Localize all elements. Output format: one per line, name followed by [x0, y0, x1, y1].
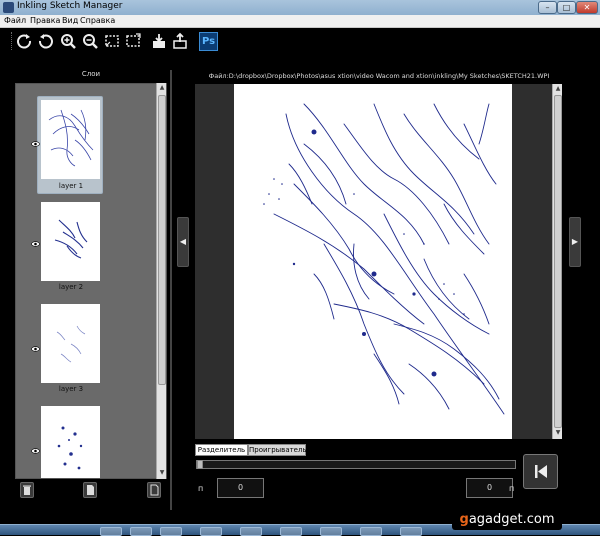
export-icon[interactable]	[171, 32, 189, 50]
layer-thumbnail	[41, 100, 100, 179]
import-icon[interactable]	[150, 32, 168, 50]
eye-icon[interactable]	[31, 346, 40, 352]
layer-thumbnail	[41, 304, 100, 383]
eye-icon[interactable]	[31, 141, 40, 147]
layers-scrollbar[interactable]: ▲ ▼	[156, 83, 166, 479]
layer-2-sketch	[54, 219, 88, 259]
rotate-ccw-icon[interactable]	[37, 32, 55, 50]
scroll-up-icon[interactable]: ▲	[554, 85, 562, 93]
toolbar-grip	[11, 32, 13, 50]
sketch-canvas[interactable]	[234, 84, 512, 439]
menu-edit[interactable]: Правка	[30, 16, 60, 25]
next-page-button[interactable]: ▶	[569, 217, 581, 267]
zoom-out-icon[interactable]	[81, 32, 99, 50]
minimize-button[interactable]: –	[538, 1, 557, 14]
layer-3-sketch	[56, 325, 86, 363]
layer-label: layer 2	[58, 283, 84, 291]
file-path-label: Файл:D:\dropbox\Dropbox\Photos\asus xtio…	[208, 72, 550, 80]
photoshop-button[interactable]: Ps	[199, 32, 218, 51]
layer-label: layer 1	[58, 182, 84, 190]
eye-icon[interactable]	[31, 448, 40, 454]
split-layer-button[interactable]	[147, 482, 161, 498]
title-bar[interactable]: Inkling Sketch Manager – □ ✕	[0, 0, 600, 15]
scroll-down-icon[interactable]: ▼	[158, 469, 166, 477]
window-title: Inkling Sketch Manager	[17, 1, 123, 11]
new-layer-button[interactable]	[83, 482, 97, 498]
fit-icon[interactable]	[124, 32, 142, 50]
menu-bar: Файл Правка Вид Справка	[0, 15, 600, 28]
rewind-icon	[535, 465, 547, 478]
timeline-slider[interactable]	[196, 460, 516, 469]
canvas-scrollbar[interactable]: ▲ ▼	[552, 84, 562, 439]
layer-label: layer 3	[58, 385, 84, 393]
layers-panel: layer 1 layer 2 layer 3	[15, 83, 167, 479]
rewind-button[interactable]	[523, 454, 558, 489]
scroll-down-icon[interactable]: ▼	[554, 429, 562, 437]
sketch-drawing	[263, 103, 505, 415]
eye-icon[interactable]	[31, 241, 40, 247]
layer-1-sketch	[48, 109, 94, 167]
prev-page-button[interactable]: ◀	[177, 217, 189, 267]
menu-help[interactable]: Справка	[80, 16, 115, 25]
delete-layer-button[interactable]	[20, 482, 34, 498]
maximize-button[interactable]: □	[557, 1, 576, 14]
crop-icon[interactable]	[103, 32, 121, 50]
canvas-scroll-thumb[interactable]	[554, 95, 562, 428]
layer-4-sketch	[57, 426, 83, 470]
app-window: Inkling Sketch Manager – □ ✕ Файл Правка…	[0, 0, 600, 536]
left-field-label: п	[198, 484, 204, 493]
tab-splitter[interactable]: Разделитель	[195, 444, 248, 456]
rotate-cw-icon[interactable]	[15, 32, 33, 50]
right-field-label: п	[509, 484, 515, 493]
right-number-field[interactable]: 0	[466, 478, 513, 498]
left-number-field[interactable]: 0	[217, 478, 264, 498]
layer-thumbnail	[41, 406, 100, 478]
layers-title: Слои	[81, 70, 101, 78]
menu-view[interactable]: Вид	[62, 16, 78, 25]
tab-player[interactable]: Проигрыватель	[248, 444, 307, 456]
app-icon	[3, 2, 14, 13]
menu-file[interactable]: Файл	[4, 16, 26, 25]
layers-scroll-thumb[interactable]	[158, 95, 166, 385]
close-button[interactable]: ✕	[576, 1, 598, 14]
panel-divider[interactable]	[170, 70, 172, 510]
toolbar: Ps	[0, 28, 600, 54]
timeline-handle[interactable]	[197, 460, 203, 469]
watermark-logo: gagadget.com	[452, 509, 562, 530]
zoom-in-icon[interactable]	[59, 32, 77, 50]
scroll-up-icon[interactable]: ▲	[158, 84, 166, 92]
layer-thumbnail	[41, 202, 100, 281]
